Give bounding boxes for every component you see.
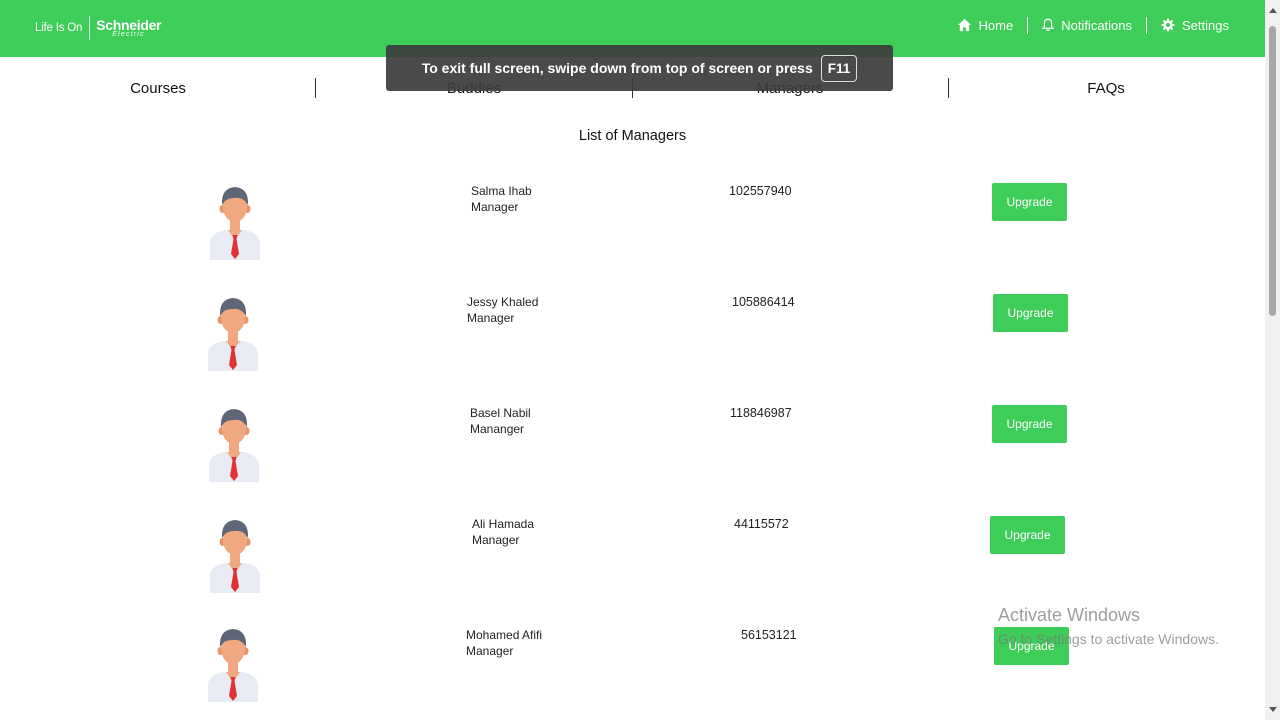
list-item: Salma Ihab Manager 102557940 Upgrade: [0, 180, 1265, 280]
tab-courses[interactable]: Courses: [0, 72, 316, 104]
upgrade-button[interactable]: Upgrade: [992, 405, 1067, 443]
nav-home-label: Home: [978, 17, 1014, 33]
manager-id: 102557940: [729, 184, 792, 198]
page-scrollbar[interactable]: [1265, 0, 1280, 720]
brand-tagline: Life Is On: [35, 22, 83, 34]
manager-name: Salma Ihab: [471, 184, 532, 198]
list-item: Mohamed Afifi Manager 56153121 Upgrade: [0, 624, 1265, 724]
upgrade-button[interactable]: Upgrade: [993, 294, 1068, 332]
manager-name-block: Ali Hamada Manager: [472, 516, 534, 548]
manager-role: Mananger: [470, 422, 525, 436]
fullscreen-exit-toast: To exit full screen, swipe down from top…: [386, 45, 893, 91]
nav-settings[interactable]: Settings: [1161, 18, 1229, 33]
avatar: [210, 520, 260, 593]
manager-id: 44115572: [734, 517, 789, 531]
manager-role: Manager: [467, 311, 515, 325]
nav-settings-label: Settings: [1182, 17, 1229, 33]
list-item: Ali Hamada Manager 44115572 Upgrade: [0, 513, 1265, 613]
manager-name-block: Salma Ihab Manager: [471, 183, 532, 215]
upgrade-button[interactable]: Upgrade: [992, 183, 1067, 221]
tab-faqs[interactable]: FAQs: [948, 72, 1264, 104]
manager-id: 118846987: [730, 406, 792, 420]
manager-name: Ali Hamada: [472, 517, 535, 531]
avatar: [210, 187, 260, 260]
avatar: [208, 298, 258, 371]
manager-name: Basel Nabil: [470, 406, 531, 420]
manager-role: Manager: [466, 644, 514, 658]
nav-divider: [1146, 16, 1148, 34]
top-nav: Home Notifications Settings: [957, 0, 1229, 50]
manager-role: Manager: [471, 200, 519, 214]
avatar: [208, 629, 258, 702]
upgrade-button[interactable]: Upgrade: [990, 516, 1065, 554]
manager-name-block: Jessy Khaled Manager: [467, 294, 538, 326]
toast-key: F11: [820, 54, 858, 82]
nav-notifications[interactable]: Notifications: [1042, 18, 1132, 33]
brand-divider: [89, 16, 91, 40]
scroll-down-arrow-icon[interactable]: [1269, 707, 1277, 712]
bell-icon: [1042, 18, 1055, 32]
nav-divider: [1027, 16, 1029, 34]
brand-wordmark: Schneider Electric: [96, 18, 161, 38]
manager-name-block: Basel Nabil Mananger: [470, 405, 531, 437]
manager-role: Manager: [472, 533, 520, 547]
manager-id: 105886414: [732, 295, 795, 309]
gear-icon: [1161, 18, 1175, 32]
manager-name-block: Mohamed Afifi Manager: [466, 627, 542, 659]
toast-text: To exit full screen, swipe down from top…: [421, 60, 813, 76]
manager-name: Jessy Khaled: [467, 295, 539, 309]
nav-home[interactable]: Home: [957, 17, 1014, 33]
list-item: Basel Nabil Mananger 118846987 Upgrade: [0, 402, 1265, 502]
brand-logo[interactable]: Life Is On Schneider Electric: [35, 14, 162, 42]
scroll-up-arrow-icon[interactable]: [1269, 8, 1277, 13]
manager-id: 56153121: [741, 628, 797, 642]
nav-notifications-label: Notifications: [1061, 17, 1133, 33]
brand-name: Schneider: [96, 17, 162, 33]
list-item: Jessy Khaled Manager 105886414 Upgrade: [0, 291, 1265, 391]
manager-name: Mohamed Afifi: [466, 628, 543, 642]
home-icon: [957, 18, 972, 32]
list-title: List of Managers: [578, 128, 687, 144]
avatar: [209, 409, 259, 482]
brand-sub: Electric: [112, 31, 145, 38]
upgrade-button[interactable]: Upgrade: [994, 627, 1069, 665]
scrollbar-thumb[interactable]: [1269, 26, 1276, 316]
